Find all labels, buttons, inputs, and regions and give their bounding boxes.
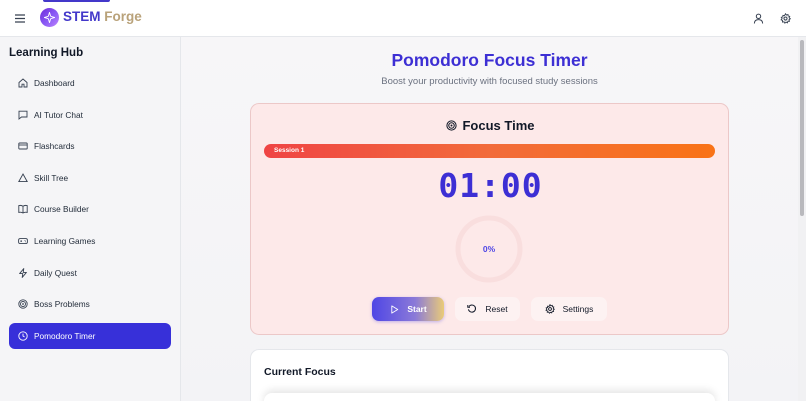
brand-word-stem: STEM xyxy=(63,9,101,24)
session-bar: Session 1 xyxy=(264,144,715,158)
gear-icon[interactable] xyxy=(777,10,793,26)
brand-name[interactable]: STEM Forge xyxy=(63,9,142,24)
clock-icon xyxy=(18,331,28,341)
progress-percent: 0% xyxy=(482,244,496,254)
timer-mode-heading: Focus Time xyxy=(251,118,730,133)
sidebar-item-ai-tutor-chat[interactable]: AI Tutor Chat xyxy=(9,102,171,128)
start-button-label: Start xyxy=(407,304,427,314)
current-focus-input[interactable] xyxy=(264,393,715,401)
credit-card-icon xyxy=(18,141,28,151)
sidebar-item-skill-tree[interactable]: Skill Tree xyxy=(9,165,171,191)
page-subtitle: Boost your productivity with focused stu… xyxy=(381,76,598,87)
sidebar-item-label: Dashboard xyxy=(34,78,75,88)
settings-button[interactable]: Settings xyxy=(531,297,607,321)
page-title: Pomodoro Focus Timer xyxy=(391,50,588,70)
progress-ring: 0% xyxy=(454,214,524,284)
sidebar-nav: Dashboard AI Tutor Chat Flashcards Skill… xyxy=(9,70,171,354)
sidebar-item-pomodoro-timer[interactable]: Pomodoro Timer xyxy=(9,322,171,349)
top-accent-bar xyxy=(43,0,110,2)
current-focus-title: Current Focus xyxy=(264,366,336,378)
chat-bubble-icon xyxy=(18,110,28,120)
sidebar-item-boss-problems[interactable]: Boss Problems xyxy=(9,291,171,317)
lightning-icon xyxy=(18,267,28,278)
sidebar-item-label: Pomodoro Timer xyxy=(34,330,96,341)
open-book-icon xyxy=(18,204,28,214)
hamburger-menu-icon[interactable] xyxy=(13,11,27,25)
reset-button[interactable]: Reset xyxy=(455,297,520,321)
app-header: STEM Forge xyxy=(0,0,806,37)
reset-button-label: Reset xyxy=(485,304,508,314)
timer-display: 01:00 xyxy=(438,166,543,205)
sidebar-item-label: Boss Problems xyxy=(34,299,90,310)
scrollbar-thumb[interactable] xyxy=(800,40,804,216)
play-icon xyxy=(389,304,399,314)
sidebar-item-label: Daily Quest xyxy=(34,267,77,278)
start-button[interactable]: Start xyxy=(372,297,444,321)
main-content: Pomodoro Focus Timer Boost your producti… xyxy=(181,37,798,401)
triangle-icon xyxy=(18,172,28,183)
page-scrollbar[interactable] xyxy=(798,37,806,401)
sidebar-item-course-builder[interactable]: Course Builder xyxy=(9,196,171,222)
timer-card: Focus Time Session 1 01:00 0% Start Rese… xyxy=(250,103,729,335)
user-icon[interactable] xyxy=(750,10,766,26)
sidebar-item-label: Flashcards xyxy=(34,141,75,152)
sidebar-item-label: Skill Tree xyxy=(34,172,69,183)
gear-icon xyxy=(544,304,555,314)
target-icon xyxy=(446,120,458,131)
current-focus-card: Current Focus xyxy=(250,349,729,401)
sidebar-item-label: AI Tutor Chat xyxy=(34,109,83,120)
sidebar-item-flashcards[interactable]: Flashcards xyxy=(9,133,171,159)
sidebar-item-learning-games[interactable]: Learning Games xyxy=(9,228,171,254)
sidebar-title: Learning Hub xyxy=(9,47,84,59)
sidebar: Learning Hub Dashboard AI Tutor Chat Fla… xyxy=(0,37,181,401)
sidebar-item-label: Course Builder xyxy=(34,204,89,215)
sidebar-item-daily-quest[interactable]: Daily Quest xyxy=(9,260,171,286)
sidebar-item-label: Learning Games xyxy=(34,235,96,246)
reset-icon xyxy=(467,304,477,314)
sparkle-icon[interactable] xyxy=(40,8,59,27)
brand-word-forge: Forge xyxy=(104,9,142,24)
sidebar-item-dashboard[interactable]: Dashboard xyxy=(9,70,171,96)
timer-mode-label: Focus Time xyxy=(462,118,535,133)
home-icon xyxy=(18,78,28,88)
session-label: Session 1 xyxy=(274,147,305,154)
settings-button-label: Settings xyxy=(562,304,594,314)
target-icon xyxy=(18,299,28,309)
gamepad-icon xyxy=(18,236,28,246)
